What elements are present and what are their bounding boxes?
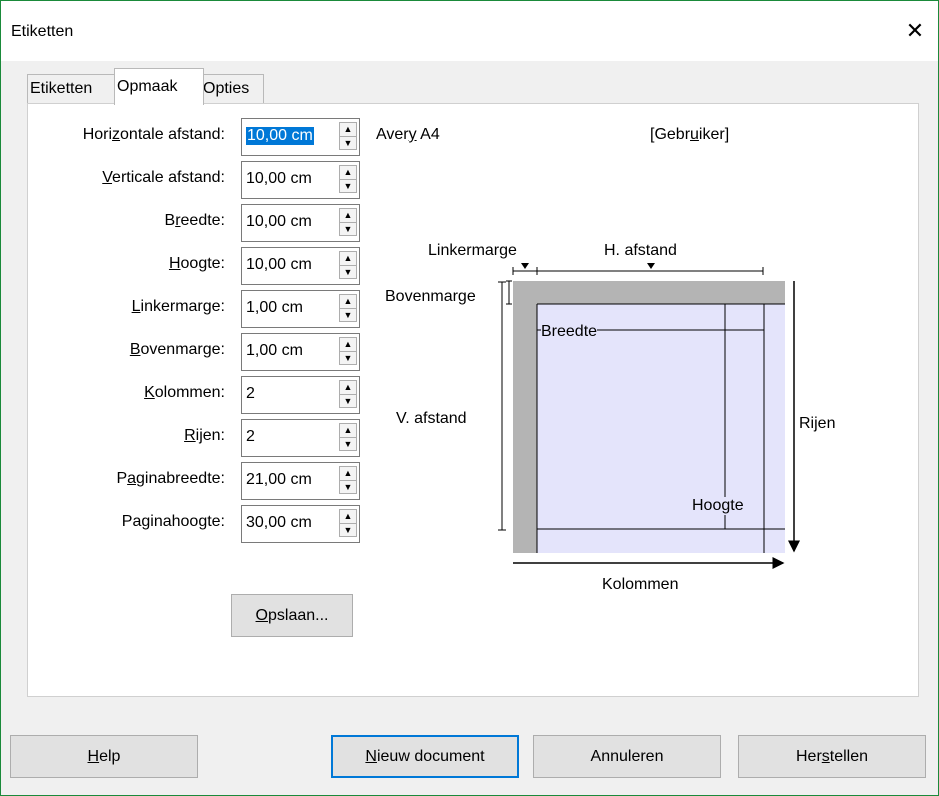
diagram-rows-label: Rijen <box>799 415 836 432</box>
diagram-width-label: Breedte <box>541 323 598 341</box>
title-bar: Etiketten ✕ <box>1 1 938 61</box>
tab-etiketten[interactable]: Etiketten <box>27 74 117 103</box>
labels-dialog: Etiketten ✕ Etiketten Opmaak Opties Hori… <box>0 0 939 796</box>
diagram-top-margin-label: Bovenmarge <box>385 288 476 305</box>
cancel-button[interactable]: Annuleren <box>533 735 721 778</box>
format-panel: Horizontale afstand: 10,00 cm ▲ ▼ Verticale … <box>27 103 919 697</box>
dialog-title: Etiketten <box>11 23 74 40</box>
close-icon: ✕ <box>905 18 925 43</box>
help-button[interactable]: Help <box>10 735 198 778</box>
help-button-label: Help <box>87 747 121 765</box>
tab-opties[interactable]: Opties <box>200 74 264 103</box>
reset-button-label: Herstellen <box>795 747 869 765</box>
new-document-button[interactable]: Nieuw document <box>331 735 519 778</box>
label-area <box>537 304 785 553</box>
cancel-button-label: Annuleren <box>590 747 664 765</box>
label-format-diagram <box>498 263 800 569</box>
diagram-height-label: Hoogte <box>692 497 744 515</box>
diagram-h-spacing-label: H. afstand <box>604 242 677 259</box>
reset-button[interactable]: Herstellen <box>738 735 926 778</box>
diagram-left-margin-label: Linkermarge <box>428 242 517 259</box>
h-spacing-pointer <box>647 263 655 269</box>
left-margin-pointer <box>521 263 529 269</box>
diagram-v-spacing-label: V. afstand <box>396 410 467 427</box>
tab-opmaak[interactable]: Opmaak <box>114 68 204 105</box>
new-document-button-label: Nieuw document <box>365 747 485 765</box>
diagram-columns-label: Kolommen <box>602 576 679 593</box>
close-button[interactable]: ✕ <box>892 1 938 61</box>
